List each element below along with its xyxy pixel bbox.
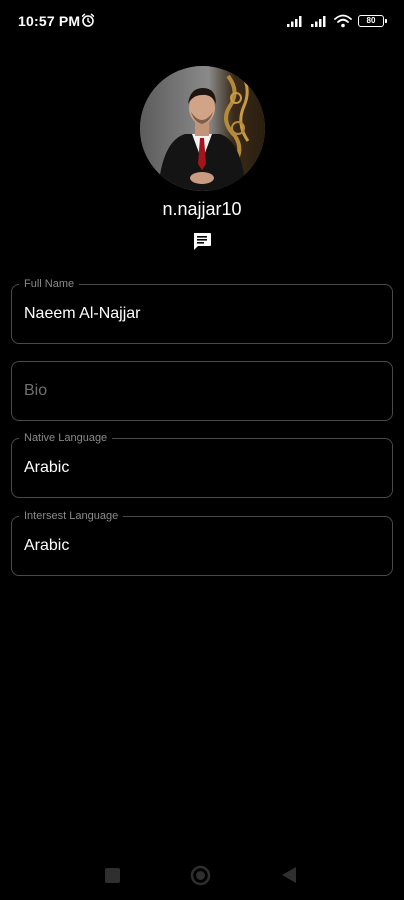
avatar[interactable] [140, 66, 265, 191]
recents-icon[interactable] [105, 868, 120, 883]
back-icon[interactable] [281, 866, 297, 884]
signal-icon [287, 16, 302, 27]
battery-level: 80 [366, 16, 376, 25]
home-icon[interactable] [190, 865, 211, 886]
alarm-icon [81, 13, 95, 27]
native-language-field[interactable]: Native Language Arabic [11, 431, 393, 498]
battery-icon: 80 [358, 15, 387, 27]
interest-language-label: Intersest Language [19, 509, 124, 523]
chat-icon[interactable] [191, 230, 213, 252]
status-icons: 80 [286, 13, 387, 29]
interest-language-value: Arabic [24, 537, 70, 554]
full-name-value: Naeem Al-Najjar [24, 305, 141, 322]
wifi-icon [334, 14, 352, 28]
status-time: 10:57 PM [18, 13, 81, 29]
signal-icon-2 [311, 16, 326, 27]
full-name-field[interactable]: Full Name Naeem Al-Najjar [11, 277, 393, 344]
profile-photo [140, 66, 265, 191]
bio-field[interactable]: Bio [11, 361, 393, 421]
full-name-label: Full Name [19, 277, 80, 291]
status-bar: 10:57 PM 80 [0, 0, 404, 44]
interest-language-field[interactable]: Intersest Language Arabic [11, 509, 393, 576]
bio-placeholder: Bio [24, 382, 48, 399]
navigation-bar [0, 852, 404, 900]
username: n.najjar10 [162, 199, 242, 219]
native-language-value: Arabic [24, 459, 70, 476]
native-language-label: Native Language [19, 431, 113, 445]
